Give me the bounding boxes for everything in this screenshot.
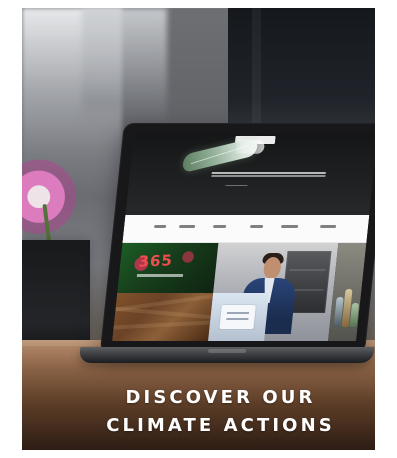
flower-decoration: [22, 158, 78, 244]
texture-line: [115, 306, 211, 320]
document-card: [219, 305, 256, 329]
laptop-frame: 365: [99, 123, 375, 353]
hero-subline: [225, 185, 248, 186]
nav-item: [212, 225, 227, 228]
headline-line-1: DISCOVER OUR: [125, 387, 316, 408]
hero-caption-lines: [211, 172, 326, 174]
tile-title-graphic: 365: [137, 251, 174, 271]
headline: DISCOVER OUR CLIMATE ACTIONS: [44, 384, 375, 440]
hero-image: 365 DISCOVER OUR CLIMATE ACTIONS: [22, 8, 375, 450]
window-light-secondary: [82, 8, 167, 126]
feature-tile-green: 365: [117, 243, 219, 293]
nav-item: [249, 225, 264, 228]
nav-item: [153, 225, 167, 228]
feature-tile-texture: [112, 293, 214, 341]
feature-tile-document: [208, 293, 270, 341]
laptop-base: [78, 347, 375, 363]
headline-line-2: CLIMATE ACTIONS: [106, 415, 335, 436]
person-head: [262, 257, 282, 279]
laptop-screen: 365: [112, 133, 375, 341]
background-panel: [228, 8, 375, 140]
texture-line: [113, 320, 211, 330]
bottle: [349, 303, 360, 327]
tile-subtitle-line: [136, 274, 184, 277]
nav-item: [178, 225, 196, 228]
website-nav: [122, 215, 370, 243]
website-hero: [125, 133, 375, 215]
leaf-icon: [181, 137, 259, 173]
nav-item: [280, 225, 299, 228]
laptop: 365: [78, 123, 375, 368]
nav-item: [319, 225, 337, 228]
